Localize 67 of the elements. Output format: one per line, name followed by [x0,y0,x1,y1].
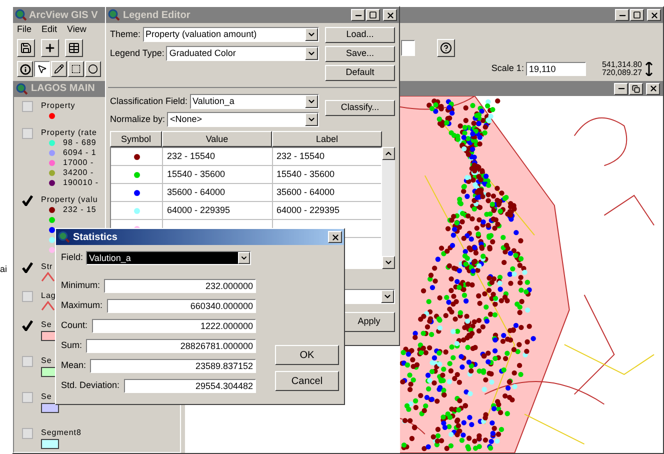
class-label: 34200 - [63,167,94,179]
class-label: 190010 - [63,177,99,189]
layer-name[interactable]: Se [41,355,59,366]
stat-label: Sum: [61,339,82,352]
stat-label: Std. Deviation: [61,379,120,392]
layer-name[interactable]: Str [41,261,55,272]
coordinate-text: 541,314.80 [602,61,642,69]
class-label: 6094 - 1 [63,147,96,159]
view-title: LAGOS MAIN [31,82,96,96]
layer-name[interactable]: Lag [41,290,56,301]
stat-label: Maximum: [61,299,103,312]
menu-item[interactable]: File [17,23,32,37]
theme-dropdown[interactable]: Property (valuation amount) [142,27,319,42]
menu-item[interactable]: View [67,23,86,37]
stat-field[interactable]: 23589.837152 [90,359,256,373]
stat-label: Count: [61,319,88,332]
dialog-button[interactable]: Load... [325,27,395,43]
table-cell-text: 232 - 15540 [276,150,325,163]
window-title: Statistics [73,230,118,244]
dialog-button[interactable]: OK [275,345,339,365]
class-label: 98 - 689 [63,137,96,149]
layer-name[interactable]: Property [41,100,76,111]
class-label: 17000 - [63,157,94,169]
table-cell-text: 64000 - 229395 [167,204,230,217]
field-label: Field: [61,251,84,264]
class-label: 232 - 15 [63,204,96,216]
table-cell-text: 35600 - 64000 [276,186,335,199]
stat-field[interactable]: 660340.000000 [106,299,256,313]
coordinate-text: 720,089.27 [602,69,642,77]
window-title: Legend Editor [123,8,192,22]
dialog-button[interactable]: Cancel [275,371,339,391]
table-cell-text: 15540 - 35600 [276,168,335,181]
stat-field[interactable]: 1222.000000 [92,319,256,333]
classify-button[interactable]: Classify... [325,100,395,116]
stat-label: Minimum: [61,279,100,292]
layer-name[interactable]: Segment8 [41,427,82,438]
dialog-button[interactable]: Save... [325,46,395,62]
legend-type-label: Legend Type: [110,46,164,60]
theme-label: Theme: [110,28,141,41]
layer-name[interactable]: Se [41,391,59,402]
stray-text: ai [0,263,8,276]
normalize-dropdown[interactable]: <None> [167,112,319,127]
layer-name[interactable]: Se [41,319,59,330]
table-cell-text: 232 - 15540 [167,150,216,163]
apply-button[interactable]: Apply [343,312,395,332]
layer-name[interactable]: Property (valu [41,194,98,205]
column-header[interactable]: Value [162,131,272,147]
menu-item[interactable]: Edit [42,23,58,37]
normalize-label: Normalize by: [110,112,166,126]
window-title: ArcView GIS V [29,8,98,22]
scale-label: Scale 1: [491,62,524,76]
stat-label: Mean: [61,359,86,372]
table-cell-text: 64000 - 229395 [276,204,340,217]
table-cell-text: 35600 - 64000 [167,186,226,199]
dialog-button[interactable]: Default [325,65,395,81]
field-dropdown[interactable]: Valution_a [86,251,252,265]
column-header[interactable]: Label [272,131,382,147]
classification-label: Classification Field: [110,94,188,108]
stat-field[interactable]: 28826781.000000 [86,339,256,353]
stat-field[interactable]: 29554.304482 [124,379,256,393]
scale-field[interactable]: 19,110 [526,62,586,76]
layer-name[interactable]: Property (rate [41,127,99,138]
classification-dropdown[interactable]: Valution_a [190,94,319,109]
legend-type-dropdown[interactable]: Graduated Color [166,46,319,61]
column-header[interactable]: Symbol [110,131,162,147]
stat-field[interactable]: 232.000000 [104,279,256,293]
table-cell-text: 15540 - 35600 [167,168,226,181]
